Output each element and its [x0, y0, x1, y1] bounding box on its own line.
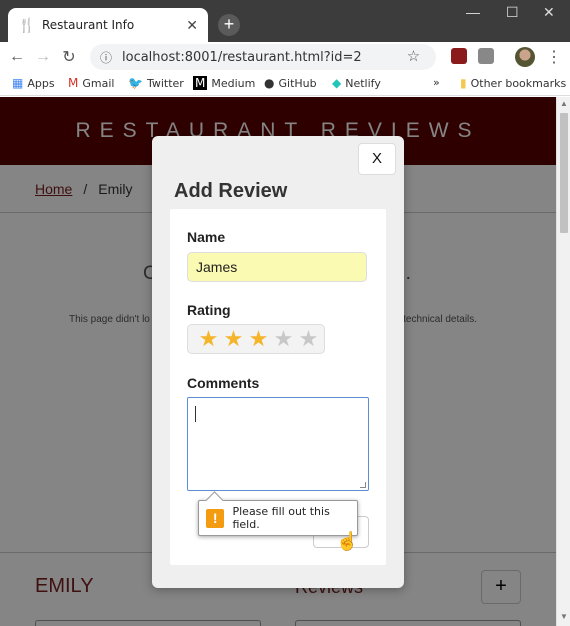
maximize-icon[interactable]: ☐: [506, 4, 519, 21]
bookmark-medium[interactable]: M Medium: [193, 76, 255, 90]
bookmark-label: Apps: [27, 76, 55, 90]
gmail-icon: M: [68, 76, 79, 90]
bookmark-star-icon[interactable]: ☆: [401, 46, 426, 68]
window-close-icon[interactable]: ✕: [543, 4, 555, 21]
url-text[interactable]: localhost:8001/restaurant.html?id=2: [122, 50, 401, 65]
reload-icon[interactable]: ↻: [56, 47, 82, 67]
comments-label: Comments: [187, 375, 260, 391]
bookmark-label: GitHub: [278, 76, 317, 90]
bookmark-other[interactable]: ▮ Other bookmarks: [460, 76, 566, 90]
bookmark-github[interactable]: ● GitHub: [264, 76, 317, 90]
scroll-up-icon[interactable]: ▲: [560, 99, 568, 108]
bookmarks-overflow[interactable]: »: [433, 76, 440, 89]
bookmark-gmail[interactable]: M Gmail: [68, 76, 114, 90]
bookmark-netlify[interactable]: ◆ Netlify: [332, 76, 381, 90]
star-icon-4[interactable]: ★: [271, 328, 296, 350]
bookmark-twitter[interactable]: 🐦 Twitter: [128, 76, 184, 90]
browser-titlebar: 🍴 Restaurant Info ✕ + — ☐ ✕: [0, 0, 570, 42]
browser-toolbar: ← → ↻ ⓘ localhost:8001/restaurant.html?i…: [0, 42, 570, 72]
apps-grid-icon: ▦: [12, 76, 24, 90]
resize-handle[interactable]: [360, 482, 366, 488]
bookmark-label: Netlify: [345, 76, 381, 90]
extension-icon[interactable]: [478, 48, 494, 64]
medium-icon: M: [193, 76, 208, 90]
forward-icon[interactable]: →: [30, 48, 56, 66]
scrollbar-thumb[interactable]: [560, 113, 568, 233]
name-label: Name: [187, 229, 226, 245]
bookmark-label: Gmail: [82, 76, 115, 90]
folder-icon: ▮: [460, 76, 467, 90]
menu-kebab-icon[interactable]: ⋮: [546, 47, 562, 67]
fork-knife-icon: 🍴: [18, 16, 36, 33]
warning-icon: !: [206, 508, 225, 528]
name-input[interactable]: James: [187, 252, 367, 282]
star-rating[interactable]: ★ ★ ★ ★ ★: [187, 324, 325, 354]
rating-label: Rating: [187, 302, 231, 318]
new-tab-button[interactable]: +: [218, 14, 240, 36]
bookmark-label: Twitter: [146, 76, 184, 90]
text-caret: [195, 406, 196, 422]
hand-cursor-icon: ☝: [336, 531, 359, 551]
browser-tab[interactable]: 🍴 Restaurant Info ✕: [8, 8, 208, 42]
bookmark-apps[interactable]: ▦ Apps: [12, 76, 55, 90]
validation-message: Please fill out this field.: [232, 505, 330, 531]
bookmark-label: Other bookmarks: [470, 76, 567, 90]
address-bar[interactable]: ⓘ localhost:8001/restaurant.html?id=2 ☆: [90, 44, 436, 70]
modal-title: Add Review: [174, 180, 288, 202]
star-icon-1[interactable]: ★: [196, 328, 221, 350]
scroll-down-icon[interactable]: ▼: [560, 612, 568, 621]
bookmarks-bar: ▦ Apps M Gmail 🐦 Twitter M Medium ● GitH…: [0, 72, 570, 96]
page-scrollbar[interactable]: ▲ ▼: [556, 97, 570, 626]
info-icon[interactable]: ⓘ: [100, 49, 118, 66]
tab-title: Restaurant Info: [42, 18, 135, 32]
bookmark-label: Medium: [211, 76, 256, 90]
netlify-icon: ◆: [332, 76, 342, 90]
ublock-icon[interactable]: [451, 48, 467, 64]
validation-tooltip: ! Please fill out this field.: [198, 500, 358, 536]
back-icon[interactable]: ←: [4, 48, 30, 66]
twitter-icon: 🐦: [128, 76, 143, 90]
profile-avatar[interactable]: [515, 47, 535, 67]
minimize-icon[interactable]: —: [466, 4, 480, 20]
star-icon-2[interactable]: ★: [221, 328, 246, 350]
star-icon-5[interactable]: ★: [296, 328, 321, 350]
tab-close-icon[interactable]: ✕: [186, 17, 198, 34]
comments-textarea[interactable]: [187, 397, 369, 491]
github-icon: ●: [264, 76, 275, 90]
star-icon-3[interactable]: ★: [246, 328, 271, 350]
modal-close-button[interactable]: X: [358, 143, 396, 175]
